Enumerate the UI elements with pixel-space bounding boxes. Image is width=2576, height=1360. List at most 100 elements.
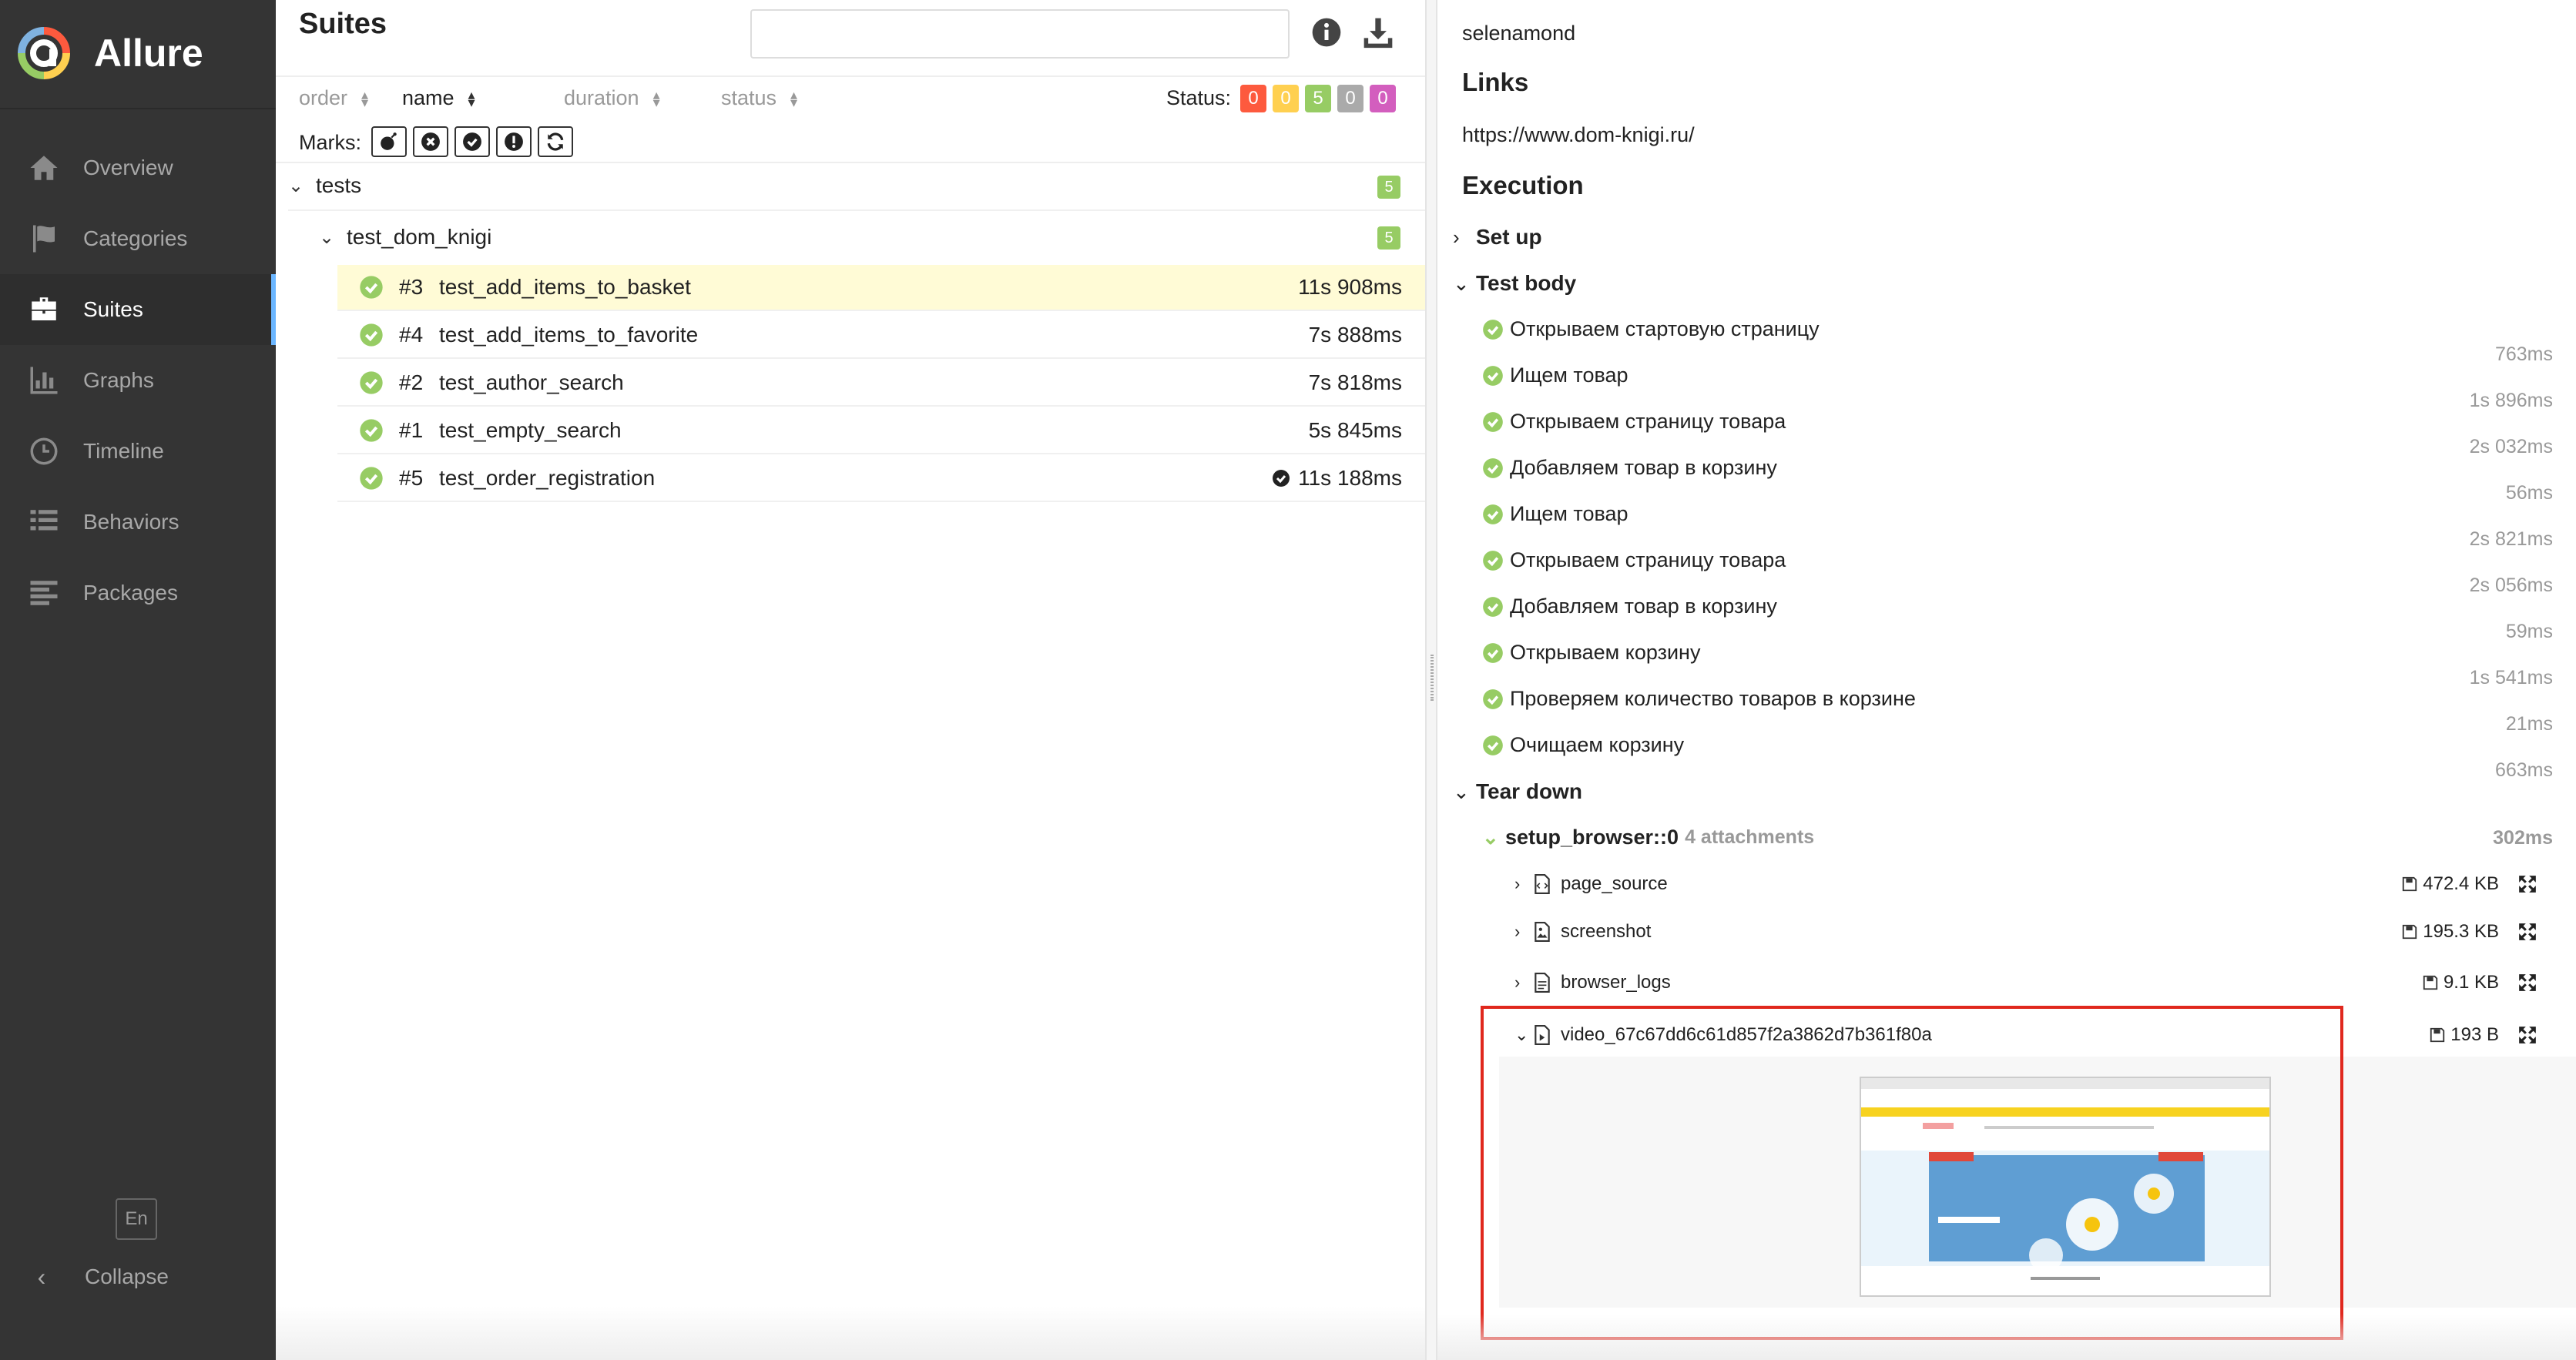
sort-arrows-icon: ▴ ▾: [468, 86, 475, 110]
sidebar-item-packages[interactable]: Packages: [0, 558, 276, 628]
list-icon: [30, 510, 58, 531]
test-number: #3: [399, 275, 424, 299]
step-item[interactable]: Открываем страницу товара: [1482, 410, 1786, 434]
expand-icon[interactable]: [2517, 922, 2537, 942]
sidebar-item-timeline[interactable]: Timeline: [0, 416, 276, 487]
mark-flaky-button[interactable]: [371, 126, 407, 157]
sidebar-divider: [0, 108, 276, 109]
passed-status-icon: [1483, 411, 1503, 432]
pane-bottom-fade: [1437, 1314, 2576, 1360]
test-body-section[interactable]: ⌄ Test body: [1453, 271, 1576, 296]
setup-section[interactable]: › Set up: [1453, 225, 1542, 250]
expand-icon[interactable]: [2517, 1025, 2537, 1045]
page-title: Suites: [299, 8, 387, 40]
fixture-item[interactable]: ⌄ setup_browser::0 4 attachments: [1482, 826, 1814, 849]
passed-status-icon: [1483, 550, 1503, 571]
step-item[interactable]: Очищаем корзину: [1482, 733, 1684, 757]
collapse-button[interactable]: ‹ Collapse: [28, 1260, 169, 1294]
step-duration: 21ms: [2505, 713, 2553, 735]
chevron-down-icon: ⌄: [1453, 779, 1470, 803]
sort-status[interactable]: status ▴ ▾: [721, 86, 797, 110]
passed-status-icon: [1483, 504, 1503, 524]
status-badge-broken[interactable]: 0: [1273, 85, 1299, 112]
sidebar-item-overview[interactable]: Overview: [0, 132, 276, 203]
step-duration: 663ms: [2494, 759, 2553, 781]
expand-icon[interactable]: [2517, 874, 2537, 894]
mark-new-broken-button[interactable]: [496, 126, 532, 157]
sidebar: Allure Overview Categories Suites Graphs…: [0, 0, 276, 1360]
step-item[interactable]: Открываем корзину: [1482, 641, 1700, 665]
step-item[interactable]: Открываем страницу товара: [1482, 548, 1786, 572]
file-code-icon: [1535, 874, 1550, 894]
tree-group-test-dom-knigi[interactable]: ⌄ test_dom_knigi: [319, 213, 1425, 262]
owner-value: selenamond: [1462, 22, 1576, 45]
execution-heading: Execution: [1462, 171, 1584, 199]
group-count-badge: 5: [1377, 226, 1400, 250]
sort-duration[interactable]: duration ▴ ▾: [564, 86, 660, 110]
pane-splitter[interactable]: [1425, 0, 1437, 1360]
test-name: test_empty_search: [439, 418, 622, 442]
download-icon[interactable]: [1360, 15, 1396, 49]
step-duration: 763ms: [2494, 343, 2553, 365]
refresh-icon: [547, 132, 564, 151]
align-left-icon: [30, 581, 58, 605]
passed-status-icon: [360, 276, 383, 299]
step-item[interactable]: Ищем товар: [1482, 502, 1628, 526]
attachment-row[interactable]: › screenshot 195.3 KB: [1514, 916, 2553, 947]
search-input[interactable]: [750, 9, 1290, 59]
step-item[interactable]: Проверяем количество товаров в корзине: [1482, 687, 1916, 711]
status-badge-passed[interactable]: 5: [1305, 85, 1331, 112]
sort-arrows-icon: ▴ ▾: [652, 86, 660, 110]
tree-group-tests[interactable]: ⌄ tests: [288, 162, 1425, 211]
test-duration: 5s 845ms: [1308, 418, 1402, 442]
sort-name[interactable]: name ▴ ▾: [402, 86, 475, 110]
mark-retries-button[interactable]: [538, 126, 573, 157]
passed-status-icon: [360, 419, 383, 442]
chevron-down-icon: ⌄: [1482, 826, 1499, 849]
brand[interactable]: Allure: [17, 26, 203, 80]
test-row[interactable]: #5 test_order_registration 11s 188ms: [337, 456, 1425, 502]
chevron-down-icon: ⌄: [288, 175, 304, 196]
status-badge-failed[interactable]: 0: [1240, 85, 1266, 112]
expand-icon[interactable]: [2517, 973, 2537, 993]
test-number: #2: [399, 370, 424, 394]
sort-order[interactable]: order ▴ ▾: [299, 86, 368, 110]
chevron-right-icon: ›: [1514, 922, 1521, 941]
sidebar-item-categories[interactable]: Categories: [0, 203, 276, 274]
save-icon: [2423, 975, 2438, 990]
teardown-section[interactable]: ⌄ Tear down: [1453, 779, 1582, 804]
group-label: tests: [316, 173, 362, 197]
status-badge-unknown[interactable]: 0: [1370, 85, 1396, 112]
group-label: test_dom_knigi: [347, 225, 492, 249]
step-item[interactable]: Открываем стартовую страницу: [1482, 317, 1820, 341]
mark-new-passed-button[interactable]: [454, 126, 490, 157]
test-row[interactable]: #1 test_empty_search 5s 845ms: [337, 408, 1425, 454]
chevron-down-icon: ⌄: [319, 226, 335, 248]
annotation-highlight-box: [1481, 1006, 2343, 1340]
language-switch[interactable]: En: [116, 1198, 157, 1240]
pane-bottom-fade: [276, 1306, 1425, 1360]
test-row[interactable]: #4 test_add_items_to_favorite 7s 888ms: [337, 313, 1425, 359]
step-item[interactable]: Ищем товар: [1482, 363, 1628, 387]
attachment-row[interactable]: › page_source 472.4 KB: [1514, 869, 2553, 899]
test-duration: 11s 908ms: [1298, 275, 1402, 299]
step-duration: 2s 032ms: [2469, 436, 2553, 457]
sidebar-item-behaviors[interactable]: Behaviors: [0, 487, 276, 558]
info-icon[interactable]: [1311, 17, 1342, 48]
home-icon: [30, 156, 58, 180]
passed-status-icon: [360, 371, 383, 394]
test-row[interactable]: #2 test_author_search 7s 818ms: [337, 360, 1425, 407]
step-item[interactable]: Добавляем товар в корзину: [1482, 595, 1777, 618]
passed-status-icon: [360, 323, 383, 347]
mark-new-failed-button[interactable]: [413, 126, 448, 157]
sidebar-item-suites[interactable]: Suites: [0, 274, 276, 345]
save-icon: [2403, 924, 2417, 940]
attachment-row[interactable]: › browser_logs 9.1 KB: [1514, 967, 2553, 998]
step-label: Открываем страницу товара: [1510, 548, 1786, 571]
link-url[interactable]: https://www.dom-knigi.ru/: [1462, 123, 1695, 147]
status-badge-skipped[interactable]: 0: [1337, 85, 1363, 112]
step-item[interactable]: Добавляем товар в корзину: [1482, 456, 1777, 480]
test-row[interactable]: #3 test_add_items_to_basket 11s 908ms: [337, 265, 1425, 311]
sidebar-item-graphs[interactable]: Graphs: [0, 345, 276, 416]
section-label: Test body: [1476, 271, 1577, 295]
